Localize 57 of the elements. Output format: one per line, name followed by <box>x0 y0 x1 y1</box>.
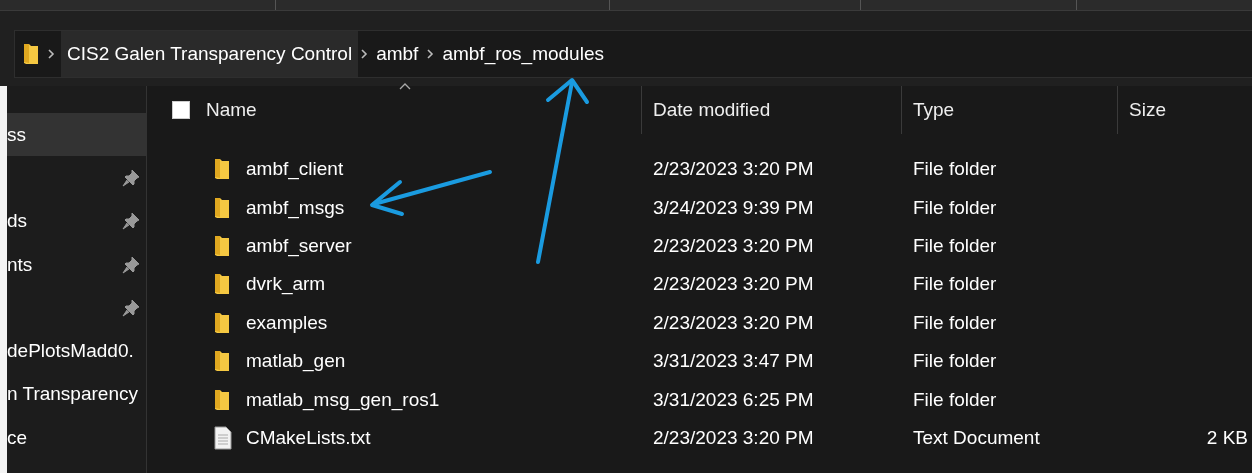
chevron-icon <box>426 48 435 60</box>
file-type: File folder <box>913 350 997 372</box>
folder-icon <box>214 388 230 411</box>
file-name[interactable]: examples <box>246 311 328 334</box>
date-modified: 2/23/2023 3:20 PM <box>653 158 814 180</box>
file-type: File folder <box>913 273 997 295</box>
breadcrumb-item[interactable]: ambf_ros_modules <box>436 31 610 77</box>
folder-icon <box>23 43 39 65</box>
column-header[interactable]: Name <box>206 99 257 121</box>
folder-icon <box>214 196 230 219</box>
file-name[interactable]: ambf_msgs <box>246 196 345 219</box>
checkbox[interactable] <box>172 101 190 119</box>
folder-icon <box>214 158 230 181</box>
breadcrumb-item[interactable]: ambf <box>370 31 425 77</box>
file-name[interactable]: ambf_client <box>246 158 344 181</box>
file-type: File folder <box>913 234 997 256</box>
folder-icon <box>214 273 230 296</box>
pin-icon <box>122 298 140 317</box>
file-type: Text Document <box>913 426 1040 448</box>
date-modified: 2/23/2023 3:20 PM <box>653 426 814 448</box>
file-name[interactable]: matlab_gen <box>246 350 346 373</box>
sort-caret-icon <box>399 82 411 90</box>
sidebar-item[interactable]: n Transparency <box>7 372 146 417</box>
pin-icon <box>122 212 140 231</box>
sidebar-item[interactable]: dePlotsMadd0. <box>7 329 146 373</box>
file-type: File folder <box>913 388 997 410</box>
document-icon <box>214 425 232 450</box>
folder-icon <box>214 234 230 257</box>
file-type: File folder <box>913 311 997 333</box>
file-name[interactable]: dvrk_arm <box>246 273 326 296</box>
date-modified: 2/23/2023 3:20 PM <box>653 234 814 256</box>
file-name[interactable]: CMakeLists.txt <box>246 426 371 449</box>
folder-icon <box>214 350 230 373</box>
chevron-icon <box>360 48 369 60</box>
date-modified: 2/23/2023 3:20 PM <box>653 311 814 333</box>
file-name[interactable]: ambf_server <box>246 234 352 257</box>
date-modified: 2/23/2023 3:20 PM <box>653 273 814 295</box>
sidebar-item[interactable]: nts <box>7 242 146 287</box>
file-size: 2 KB <box>1206 426 1248 448</box>
sidebar-item[interactable]: ce <box>7 416 146 460</box>
date-modified: 3/31/2023 6:25 PM <box>653 388 814 410</box>
sidebar-item[interactable]: ds <box>7 199 146 243</box>
column-header[interactable]: Type <box>913 99 955 121</box>
file-name[interactable]: matlab_msg_gen_ros1 <box>246 388 440 411</box>
date-modified: 3/31/2023 3:47 PM <box>653 350 814 372</box>
sidebar-item[interactable]: ss <box>7 113 146 157</box>
breadcrumb-item[interactable]: CIS2 Galen Transparency Control <box>61 31 359 77</box>
column-header[interactable]: Size <box>1129 99 1166 121</box>
pin-icon <box>122 255 140 274</box>
date-modified: 3/24/2023 9:39 PM <box>653 196 814 218</box>
chevron-icon <box>47 48 55 60</box>
folder-icon <box>214 311 230 334</box>
address-bar[interactable]: CIS2 Galen Transparency Control ambf ambf_ros_modules <box>14 30 1252 78</box>
file-type: File folder <box>913 158 997 180</box>
pin-icon <box>122 168 140 187</box>
file-type: File folder <box>913 196 997 218</box>
column-header[interactable]: Date modified <box>653 99 771 121</box>
